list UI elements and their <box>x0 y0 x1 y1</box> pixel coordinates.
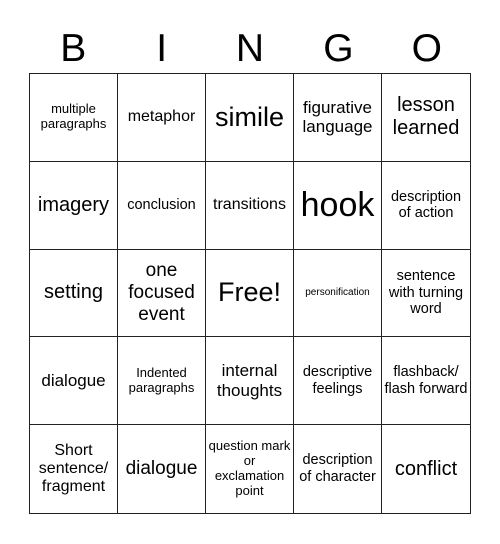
header-letter-o: O <box>411 27 442 70</box>
bingo-cell[interactable]: imagery <box>30 161 118 250</box>
bingo-cell[interactable]: personification <box>294 249 382 338</box>
bingo-cell[interactable]: Indented paragraphs <box>118 337 206 426</box>
bingo-cell[interactable]: Short sentence/ fragment <box>30 425 118 513</box>
bingo-cell[interactable]: conclusion <box>118 161 206 250</box>
header-letter-g: G <box>323 27 354 70</box>
bingo-cell[interactable]: sentence with turning word <box>382 250 470 338</box>
bingo-cell[interactable]: simile <box>206 74 294 162</box>
bingo-cell[interactable]: conflict <box>382 425 470 513</box>
bingo-cell[interactable]: lesson learned <box>382 74 470 162</box>
bingo-cell[interactable]: flashback/ flash forward <box>382 337 470 426</box>
bingo-cell[interactable]: question mark or exclamation point <box>206 425 294 513</box>
bingo-cell[interactable]: one focused event <box>118 249 206 338</box>
bingo-cell[interactable]: internal thoughts <box>206 337 294 426</box>
bingo-header: B I N G O <box>29 26 471 76</box>
bingo-cell[interactable]: transitions <box>206 161 294 250</box>
header-letter-i: I <box>156 27 168 70</box>
bingo-cell[interactable]: description of action <box>382 162 470 250</box>
bingo-cell[interactable]: description of character <box>294 425 382 513</box>
bingo-cell[interactable]: figurative language <box>294 74 382 162</box>
header-letter-b: B <box>60 27 87 70</box>
bingo-cell[interactable]: multiple paragraphs <box>30 74 118 162</box>
bingo-grid: multiple paragraphs metaphor simile figu… <box>29 73 471 514</box>
header-letter-n: N <box>235 27 265 70</box>
bingo-cell[interactable]: setting <box>30 249 118 338</box>
free-space[interactable]: Free! <box>206 249 294 338</box>
bingo-cell[interactable]: dialogue <box>118 425 206 513</box>
bingo-cell[interactable]: hook <box>294 161 382 250</box>
bingo-cell[interactable]: descriptive feelings <box>294 337 382 426</box>
bingo-cell[interactable]: dialogue <box>30 337 118 426</box>
bingo-cell[interactable]: metaphor <box>118 74 206 162</box>
